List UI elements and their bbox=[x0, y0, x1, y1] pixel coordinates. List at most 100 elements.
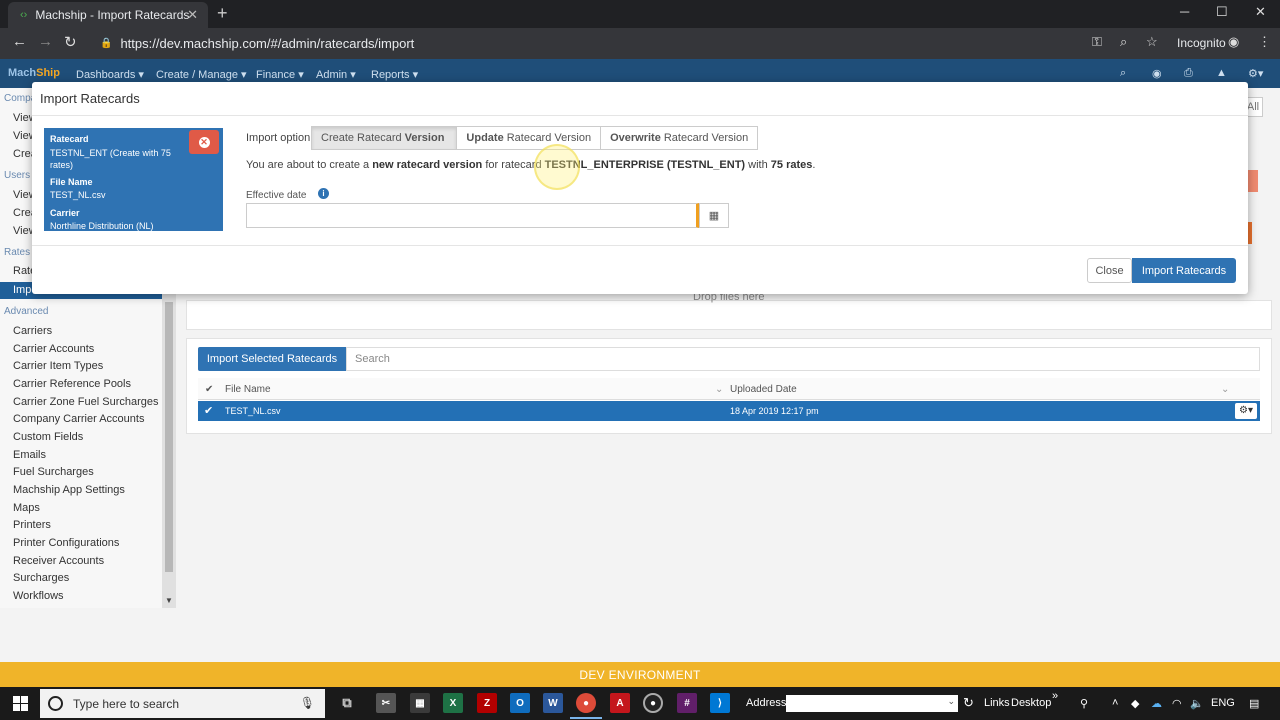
task-view-icon[interactable]: ⧉ bbox=[337, 693, 357, 713]
recorder-icon[interactable]: ● bbox=[643, 693, 663, 713]
option-update-version[interactable]: Update Ratecard Version bbox=[456, 126, 602, 150]
machship-logo[interactable]: MachShip bbox=[8, 67, 60, 79]
desktop-toolbar-label[interactable]: Desktop bbox=[1011, 697, 1051, 709]
links-toolbar-label[interactable]: Links bbox=[984, 697, 1010, 709]
vscode-icon[interactable]: ⟩ bbox=[710, 693, 730, 713]
col-file-name[interactable]: File Name bbox=[225, 384, 271, 395]
sort-icon[interactable]: ⌄ bbox=[1221, 384, 1229, 395]
people-icon[interactable]: ⚲ bbox=[1080, 697, 1088, 710]
row-check-icon[interactable]: ✔ bbox=[204, 404, 213, 417]
close-tab-icon[interactable]: ✕ bbox=[187, 7, 198, 23]
address-toolbar-input[interactable]: ⌄ bbox=[786, 695, 958, 712]
chrome-icon[interactable]: ● bbox=[570, 693, 602, 719]
select-all-check-icon[interactable]: ✔ bbox=[205, 384, 213, 395]
close-button[interactable]: Close bbox=[1087, 258, 1132, 283]
sidebar-item-carrier-zone-fuel-surcharges[interactable]: Carrier Zone Fuel Surcharges bbox=[13, 396, 159, 408]
modal-title: Import Ratecards bbox=[40, 91, 140, 106]
import-ratecards-button[interactable]: Import Ratecards bbox=[1132, 258, 1236, 283]
sidebar-item-custom-fields[interactable]: Custom Fields bbox=[13, 431, 83, 443]
print-icon[interactable]: ⎙ bbox=[1184, 67, 1193, 80]
star-icon[interactable]: ☆ bbox=[1146, 34, 1158, 50]
sidebar-item-printer-configurations[interactable]: Printer Configurations bbox=[13, 537, 119, 549]
info-icon[interactable]: i bbox=[318, 188, 329, 199]
word-icon[interactable]: W bbox=[543, 693, 563, 713]
scroll-down-icon[interactable]: ▼ bbox=[165, 596, 173, 605]
gear-icon[interactable]: ⚙▾ bbox=[1248, 67, 1263, 80]
eye-icon[interactable]: ◉ bbox=[1152, 67, 1162, 80]
grid-search-input[interactable]: Search bbox=[346, 347, 1260, 371]
nav-dashboards[interactable]: Dashboards ▾ bbox=[76, 68, 144, 81]
option-overwrite-version[interactable]: Overwrite Ratecard Version bbox=[600, 126, 759, 150]
search-icon[interactable]: ⌕ bbox=[1120, 67, 1126, 80]
option-create-version[interactable]: Create Ratecard Version bbox=[311, 126, 458, 150]
url-field[interactable]: 🔒 https://dev.machship.com/#/admin/ratec… bbox=[100, 32, 1160, 54]
sidebar-item-surcharges[interactable]: Surcharges bbox=[13, 572, 69, 584]
calendar-icon[interactable]: ▦ bbox=[699, 203, 729, 228]
page-action-button[interactable] bbox=[1248, 170, 1258, 192]
wifi-icon[interactable]: ◠ bbox=[1172, 697, 1182, 710]
window-close-icon[interactable]: ✕ bbox=[1255, 4, 1266, 20]
snipping-tool-icon[interactable]: ✂ bbox=[376, 693, 396, 713]
nav-reports[interactable]: Reports ▾ bbox=[371, 68, 418, 81]
microphone-icon[interactable]: 🎙 bbox=[300, 696, 315, 710]
reload-icon[interactable]: ↻ bbox=[64, 33, 77, 51]
option-rest: Ratecard bbox=[357, 132, 402, 144]
new-tab-icon[interactable]: + bbox=[217, 3, 228, 24]
go-refresh-icon[interactable]: ↻ bbox=[963, 695, 974, 711]
acrobat-icon[interactable]: A bbox=[610, 693, 630, 713]
forward-arrow-icon[interactable]: → bbox=[38, 33, 53, 50]
zoom-icon[interactable]: ⌕ bbox=[1120, 34, 1127, 50]
table-row[interactable]: ✔ TEST_NL.csv 18 Apr 2019 12:17 pm ⚙▾ bbox=[198, 401, 1260, 421]
tray-chevron-icon[interactable]: ˄ bbox=[1112, 697, 1118, 709]
effective-date-label: Effective date bbox=[246, 190, 307, 201]
effective-date-input[interactable] bbox=[246, 203, 699, 228]
taskbar-search-input[interactable]: Type here to search 🎙 bbox=[40, 689, 325, 718]
toolbar-expand-icon[interactable]: » bbox=[1052, 690, 1058, 702]
row-gear-icon[interactable]: ⚙▾ bbox=[1235, 403, 1257, 419]
maximize-icon[interactable]: ☐ bbox=[1216, 4, 1228, 20]
sidebar-item-emails[interactable]: Emails bbox=[13, 449, 46, 461]
import-description: You are about to create a new ratecard v… bbox=[246, 159, 815, 171]
action-center-icon[interactable]: ▤ bbox=[1249, 697, 1259, 710]
back-arrow-icon[interactable]: ← bbox=[12, 33, 27, 50]
sidebar-item-receiver-accounts[interactable]: Receiver Accounts bbox=[13, 555, 104, 567]
incognito-icon[interactable]: ◉ bbox=[1228, 34, 1239, 50]
language-indicator[interactable]: ENG bbox=[1211, 697, 1235, 709]
minimize-icon[interactable]: ─ bbox=[1180, 4, 1189, 19]
key-icon[interactable]: ⚿ bbox=[1092, 34, 1102, 50]
excel-icon[interactable]: X bbox=[443, 693, 463, 713]
sidebar-item-carrier-item-types[interactable]: Carrier Item Types bbox=[13, 360, 103, 372]
scrollbar-thumb[interactable] bbox=[165, 302, 173, 572]
slack-icon[interactable]: # bbox=[677, 693, 697, 713]
sidebar-item-carriers[interactable]: Carriers bbox=[13, 325, 52, 337]
dropzone-panel[interactable]: Drop files here bbox=[186, 291, 1272, 330]
onedrive-icon[interactable]: ☁ bbox=[1151, 697, 1162, 710]
col-uploaded-date[interactable]: Uploaded Date bbox=[730, 384, 797, 395]
dropdown-icon[interactable]: ⌄ bbox=[947, 696, 955, 707]
tray-app-icon[interactable]: ◆ bbox=[1131, 697, 1139, 710]
remove-circle-icon: ✕ bbox=[198, 136, 210, 148]
outlook-icon[interactable]: O bbox=[510, 693, 530, 713]
sidebar-item-company-carrier-accounts[interactable]: Company Carrier Accounts bbox=[13, 413, 144, 425]
sidebar-item-carrier-reference-pools[interactable]: Carrier Reference Pools bbox=[13, 378, 131, 390]
filezilla-icon[interactable]: Z bbox=[477, 693, 497, 713]
remove-ratecard-button[interactable]: ✕ bbox=[189, 130, 219, 154]
windows-start-icon[interactable] bbox=[13, 696, 28, 711]
nav-finance[interactable]: Finance ▾ bbox=[256, 68, 304, 81]
sidebar-item-workflows[interactable]: Workflows bbox=[13, 590, 64, 602]
sidebar-item-carrier-accounts[interactable]: Carrier Accounts bbox=[13, 343, 94, 355]
sidebar-scrollbar[interactable] bbox=[162, 288, 176, 608]
browser-tab[interactable]: ‹› Machship - Import Ratecards ✕ bbox=[8, 2, 208, 28]
sidebar-item-maps[interactable]: Maps bbox=[13, 502, 40, 514]
sort-icon[interactable]: ⌄ bbox=[715, 384, 723, 395]
browser-menu-icon[interactable]: ⋮ bbox=[1258, 34, 1271, 50]
nav-admin[interactable]: Admin ▾ bbox=[316, 68, 356, 81]
sidebar-item-app-settings[interactable]: Machship App Settings bbox=[13, 484, 125, 496]
import-selected-button[interactable]: Import Selected Ratecards bbox=[198, 347, 346, 371]
nav-create-manage[interactable]: Create / Manage ▾ bbox=[156, 68, 247, 81]
sidebar-item-fuel-surcharges[interactable]: Fuel Surcharges bbox=[13, 466, 94, 478]
sidebar-item-printers[interactable]: Printers bbox=[13, 519, 51, 531]
volume-icon[interactable]: 🔈 bbox=[1190, 697, 1204, 710]
bell-icon[interactable]: ▲ bbox=[1216, 67, 1227, 79]
calculator-icon[interactable]: ▦ bbox=[410, 693, 430, 713]
